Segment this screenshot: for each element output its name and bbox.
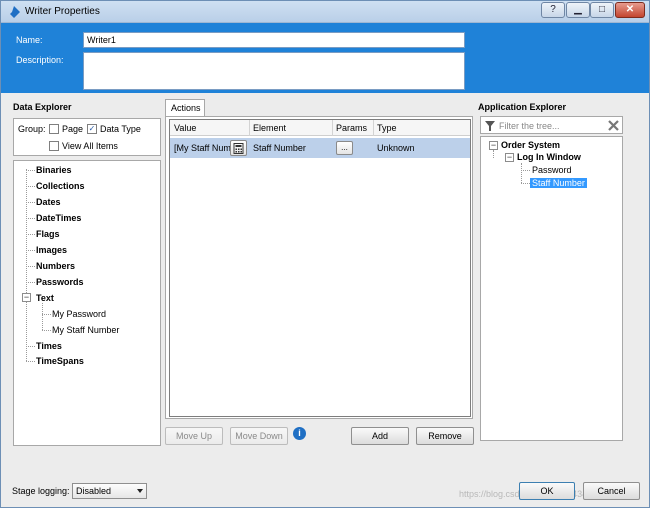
collapse-text-icon[interactable]: −	[22, 293, 31, 302]
add-button[interactable]: Add	[351, 427, 409, 445]
chevron-down-icon	[137, 489, 143, 493]
stage-logging-label: Stage logging:	[12, 486, 70, 496]
data-type-checkbox[interactable]: ✓	[87, 124, 97, 134]
tree-line	[42, 314, 51, 315]
tree-item-log-in-window[interactable]: Log In Window	[517, 152, 581, 162]
description-label: Description:	[16, 55, 64, 65]
view-all-checkbox[interactable]	[49, 141, 59, 151]
maximize-button[interactable]: □	[590, 2, 614, 18]
tree-item-text[interactable]: Text	[36, 293, 54, 303]
filter-tree-input[interactable]: Filter the tree...	[499, 121, 560, 131]
filter-tree-box: Filter the tree...	[480, 116, 623, 134]
title-bar[interactable]: Writer Properties ? ▁ □ ✕	[1, 1, 649, 23]
column-separator	[373, 120, 374, 136]
stage-logging-select[interactable]: Disabled	[72, 483, 147, 499]
tree-line	[26, 346, 35, 347]
tree-line	[26, 169, 27, 361]
application-explorer-tree[interactable]: − Order System − Log In Window Password …	[480, 136, 623, 441]
tree-item-flags[interactable]: Flags	[36, 229, 60, 239]
tree-line	[26, 361, 35, 362]
clear-filter-icon[interactable]	[608, 120, 619, 131]
tree-line	[42, 303, 43, 330]
collapse-log-in-window-icon[interactable]: −	[505, 153, 514, 162]
page-checkbox-label: Page	[62, 124, 84, 134]
cell-value[interactable]: [My Staff Num	[174, 143, 231, 153]
app-logo-icon	[10, 6, 20, 18]
application-explorer-title: Application Explorer	[478, 102, 567, 112]
stage-logging-value: Disabled	[76, 486, 112, 496]
calculator-icon[interactable]	[230, 140, 247, 156]
column-type[interactable]: Type	[377, 123, 397, 133]
column-params[interactable]: Params	[336, 123, 367, 133]
column-element[interactable]: Element	[253, 123, 286, 133]
cancel-button[interactable]: Cancel	[583, 482, 640, 500]
move-up-button[interactable]: Move Up	[165, 427, 223, 445]
move-down-button[interactable]: Move Down	[230, 427, 288, 445]
name-label: Name:	[16, 35, 43, 45]
tree-line	[26, 170, 35, 171]
tree-item-collections[interactable]: Collections	[36, 181, 85, 191]
properties-header: Name: Writer1 Description:	[1, 23, 649, 93]
ok-button[interactable]: OK	[519, 482, 575, 500]
column-value[interactable]: Value	[174, 123, 196, 133]
tree-line	[521, 183, 530, 184]
tree-line	[26, 186, 35, 187]
data-explorer-title: Data Explorer	[13, 102, 72, 112]
tree-item-dates[interactable]: Dates	[36, 197, 61, 207]
tree-item-passwords[interactable]: Passwords	[36, 277, 84, 287]
tree-item-images[interactable]: Images	[36, 245, 67, 255]
column-separator	[332, 120, 333, 136]
tree-item-order-system[interactable]: Order System	[501, 140, 560, 150]
actions-grid[interactable]: Value Element Params Type [My Staff Num	[169, 119, 471, 417]
name-input[interactable]: Writer1	[83, 32, 465, 48]
params-button[interactable]: ...	[336, 141, 353, 155]
writer-properties-window: Writer Properties ? ▁ □ ✕ Name: Writer1 …	[0, 0, 650, 508]
tree-item-times[interactable]: Times	[36, 341, 62, 351]
data-explorer-tree[interactable]: Binaries Collections Dates DateTimes Fla…	[13, 160, 161, 446]
tree-line	[521, 163, 522, 183]
tree-item-numbers[interactable]: Numbers	[36, 261, 75, 271]
cell-type[interactable]: Unknown	[377, 143, 415, 153]
tree-line	[26, 218, 35, 219]
tree-line	[42, 330, 51, 331]
group-options: Group: Page ✓ Data Type View All Items	[13, 118, 161, 156]
filter-icon	[485, 121, 495, 131]
window-title: Writer Properties	[25, 6, 100, 17]
help-button[interactable]: ?	[541, 2, 565, 18]
group-label: Group:	[18, 124, 46, 134]
tree-item-staff-number[interactable]: Staff Number	[530, 178, 587, 188]
tree-line	[26, 282, 35, 283]
collapse-order-system-icon[interactable]: −	[489, 141, 498, 150]
tree-line	[493, 150, 494, 158]
minimize-button[interactable]: ▁	[566, 2, 590, 18]
info-icon[interactable]: i	[293, 427, 306, 440]
tree-item-binaries[interactable]: Binaries	[36, 165, 72, 175]
tree-line	[26, 266, 35, 267]
tree-item-timespans[interactable]: TimeSpans	[36, 356, 84, 366]
column-separator	[249, 120, 250, 136]
view-all-checkbox-label: View All Items	[62, 141, 118, 151]
page-checkbox[interactable]	[49, 124, 59, 134]
table-row[interactable]: [My Staff Num Staff Number ... Unknown	[170, 138, 470, 158]
actions-panel: Value Element Params Type [My Staff Num	[165, 116, 473, 419]
cell-element[interactable]: Staff Number	[253, 143, 306, 153]
tab-actions[interactable]: Actions	[165, 99, 205, 117]
tree-item-datetimes[interactable]: DateTimes	[36, 213, 81, 223]
tree-line	[26, 234, 35, 235]
remove-button[interactable]: Remove	[416, 427, 474, 445]
tree-line	[521, 170, 530, 171]
tree-item-my-staff-number[interactable]: My Staff Number	[52, 325, 119, 335]
tree-item-password[interactable]: Password	[532, 165, 572, 175]
close-button[interactable]: ✕	[615, 2, 645, 18]
tree-item-my-password[interactable]: My Password	[52, 309, 106, 319]
tree-line	[26, 250, 35, 251]
data-type-checkbox-label: Data Type	[100, 124, 141, 134]
description-input[interactable]	[83, 52, 465, 90]
grid-header: Value Element Params Type	[170, 120, 470, 136]
tree-line	[26, 202, 35, 203]
